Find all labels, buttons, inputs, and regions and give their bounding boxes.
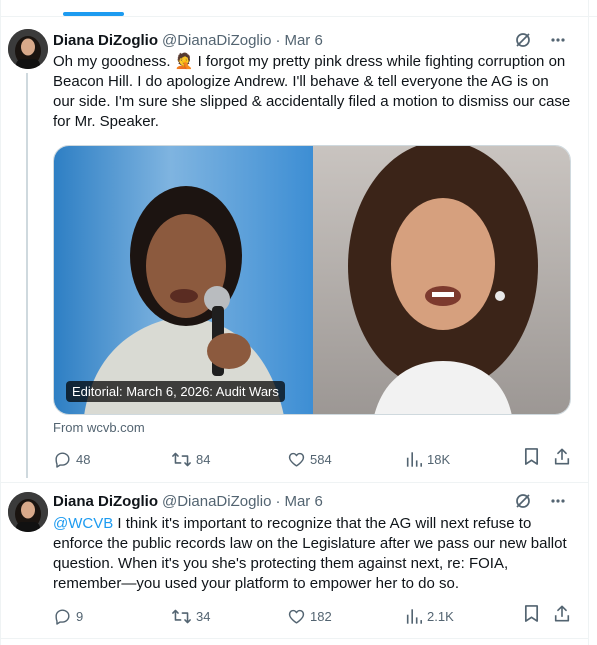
tweet-header-actions xyxy=(514,491,566,511)
share-button[interactable] xyxy=(553,604,571,628)
reply-icon xyxy=(53,607,76,626)
tweet-photo xyxy=(54,146,570,414)
tweet-text: Oh my goodness. 🤦 I forgot my pretty pin… xyxy=(53,53,571,130)
like-count: 584 xyxy=(310,451,332,467)
author-handle[interactable]: @DianaDiZoglio xyxy=(162,32,271,49)
repost-icon xyxy=(171,607,196,626)
bookmark-button[interactable] xyxy=(523,447,540,471)
views-button[interactable]: 2.1K xyxy=(405,606,454,626)
media-caption: Editorial: March 6, 2026: Audit Wars xyxy=(66,381,285,402)
thread-connector xyxy=(26,73,28,478)
tweet-header: Diana DiZoglio @DianaDiZoglio · Mar 6 xyxy=(53,30,323,50)
reply-icon xyxy=(53,450,76,469)
views-button[interactable]: 18K xyxy=(405,449,450,469)
grok-slash-icon[interactable] xyxy=(514,492,532,510)
tweet-actions: 48 84 584 18K xyxy=(53,447,573,471)
like-button[interactable]: 182 xyxy=(287,606,332,626)
repost-count: 34 xyxy=(196,608,211,624)
bookmark-button[interactable] xyxy=(523,604,540,628)
repost-icon xyxy=(171,450,196,469)
tweet-media[interactable]: Editorial: March 6, 2026: Audit Wars xyxy=(53,145,571,415)
like-button[interactable]: 584 xyxy=(287,449,332,469)
reply-button[interactable]: 9 xyxy=(53,606,83,626)
share-button[interactable] xyxy=(553,447,571,471)
views-count: 18K xyxy=(427,451,451,467)
bookmark-icon xyxy=(523,447,540,471)
tweet-date[interactable]: Mar 6 xyxy=(284,493,322,510)
bookmark-icon xyxy=(523,604,540,628)
reply-count: 9 xyxy=(76,608,84,624)
author-name[interactable]: Diana DiZoglio xyxy=(53,493,158,510)
avatar[interactable] xyxy=(8,492,48,532)
author-name[interactable]: Diana DiZoglio xyxy=(53,32,158,49)
repost-button[interactable]: 34 xyxy=(171,606,210,626)
more-dots-icon[interactable] xyxy=(550,492,566,510)
views-chart-icon xyxy=(405,450,427,469)
tweet-actions: 9 34 182 2.1K xyxy=(53,604,573,628)
views-count: 2.1K xyxy=(427,608,454,624)
like-count: 182 xyxy=(310,608,332,624)
tweet-header: Diana DiZoglio @DianaDiZoglio · Mar 6 xyxy=(53,491,323,511)
share-icon xyxy=(553,604,571,628)
tweet-date[interactable]: Mar 6 xyxy=(284,32,322,49)
views-chart-icon xyxy=(405,607,427,626)
tweet-text: @WCVB I think it's important to recogniz… xyxy=(53,514,573,594)
reply-button[interactable]: 48 xyxy=(53,449,90,469)
separator-dot: · xyxy=(275,492,281,510)
avatar-image xyxy=(8,492,48,532)
repost-button[interactable]: 84 xyxy=(171,449,210,469)
reply-count: 48 xyxy=(76,451,91,467)
separator-dot: · xyxy=(275,31,281,49)
more-dots-icon[interactable] xyxy=(550,31,566,49)
heart-icon xyxy=(287,450,310,469)
heart-icon xyxy=(287,607,310,626)
tweet[interactable]: Diana DiZoglio @DianaDiZoglio · Mar 6 Oh… xyxy=(0,0,588,482)
tweet-divider xyxy=(0,638,588,639)
share-icon xyxy=(553,447,571,471)
tweet-header-actions xyxy=(514,30,566,50)
author-handle[interactable]: @DianaDiZoglio xyxy=(162,493,271,510)
tweet[interactable]: Diana DiZoglio @DianaDiZoglio · Mar 6 @W… xyxy=(0,483,588,633)
grok-slash-icon[interactable] xyxy=(514,31,532,49)
timeline-right-border xyxy=(588,0,589,645)
link-source[interactable]: From wcvb.com xyxy=(53,420,145,435)
tweet-body: I think it's important to recognize that… xyxy=(53,515,567,592)
avatar[interactable] xyxy=(8,29,48,69)
repost-count: 84 xyxy=(196,451,211,467)
avatar-image xyxy=(8,29,48,69)
mention-link[interactable]: @WCVB xyxy=(53,515,113,532)
